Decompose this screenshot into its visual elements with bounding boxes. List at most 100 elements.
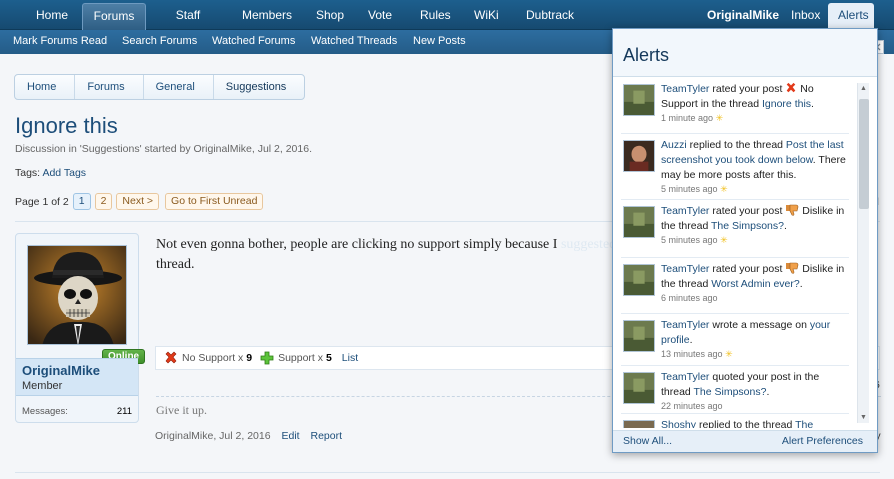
alert-avatar[interactable] — [623, 264, 655, 296]
next-page-button[interactable]: Next > — [116, 193, 160, 210]
alert-preferences-link[interactable]: Alert Preferences — [782, 435, 863, 447]
user-menu[interactable]: OriginalMike — [697, 3, 783, 30]
alert-thread-link[interactable]: The — [795, 419, 813, 428]
alert-text: TeamTyler rated your post Dislike in the… — [661, 204, 849, 247]
thread-meta: Discussion in 'Suggestions' started by O… — [15, 143, 312, 155]
alerts-scrollbar[interactable]: ▲ ▼ — [857, 83, 869, 423]
tab-dubtrack[interactable]: Dubtrack — [516, 3, 582, 30]
tab-forums[interactable]: Forums — [82, 3, 146, 30]
new-star-icon: ✳ — [725, 349, 733, 359]
new-star-icon: ✳ — [715, 113, 724, 123]
support-icon — [260, 351, 274, 365]
no-support-rating-label[interactable]: No Support x — [182, 352, 243, 364]
mark-forums-read-link[interactable]: Mark Forums Read — [13, 30, 107, 52]
breadcrumb-general[interactable]: General — [144, 75, 214, 99]
alert-thread-link[interactable]: The Simpsons? — [711, 220, 784, 232]
alert-time: 1 minute ago ✳ — [661, 113, 724, 123]
tab-vote[interactable]: Vote — [358, 3, 402, 30]
breadcrumb-forums[interactable]: Forums — [75, 75, 144, 99]
alert-user-link[interactable]: TeamTyler — [661, 263, 709, 275]
alert-user-link[interactable]: TeamTyler — [661, 83, 709, 95]
alert-time: 22 minutes ago — [661, 401, 723, 411]
alert-thread-link[interactable]: Worst Admin ever? — [711, 278, 800, 290]
alert-avatar[interactable] — [623, 320, 655, 352]
thread-tags: Tags: Add Tags — [15, 167, 86, 179]
tab-home[interactable]: Home — [26, 3, 74, 30]
avatar[interactable] — [27, 245, 127, 345]
search-forums-link[interactable]: Search Forums — [122, 30, 197, 52]
alert-text: TeamTyler quoted your post in the thread… — [661, 370, 849, 413]
alert-user-link[interactable]: TeamTyler — [661, 371, 709, 383]
divider — [15, 472, 880, 473]
no-support-icon — [165, 351, 177, 364]
top-navigation: Home Forums Staff Team Members Shop Vote… — [0, 0, 894, 47]
page-1-button[interactable]: 1 — [72, 193, 91, 210]
post-user-panel: Online OriginalMike Member Messages: 211 — [15, 233, 146, 423]
post-username[interactable]: OriginalMike — [22, 363, 100, 378]
report-link[interactable]: Report — [311, 430, 343, 442]
tab-staff-team[interactable]: Staff Team — [152, 3, 224, 47]
alert-item[interactable]: TeamTyler rated your post No Support in … — [621, 78, 849, 134]
post-author-date[interactable]: OriginalMike, Jul 2, 2016 — [155, 430, 271, 442]
alert-avatar[interactable] — [623, 420, 655, 428]
alert-item[interactable]: TeamTyler rated your post Dislike in the… — [621, 258, 849, 314]
tab-rules[interactable]: Rules — [410, 3, 456, 30]
breadcrumb-home[interactable]: Home — [15, 75, 76, 99]
alert-user-link[interactable]: TeamTyler — [661, 205, 709, 217]
alert-text: Auzzi replied to the thread Post the las… — [661, 138, 849, 196]
alert-avatar[interactable] — [623, 84, 655, 116]
alert-time: 5 minutes ago ✳ — [661, 235, 728, 245]
alert-item[interactable]: Auzzi replied to the thread Post the las… — [621, 134, 849, 200]
no-support-count: 9 — [246, 352, 253, 364]
scroll-up-icon[interactable]: ▲ — [860, 85, 867, 92]
alert-avatar[interactable] — [623, 372, 655, 404]
tab-wiki[interactable]: WiKi — [464, 3, 508, 30]
alert-avatar[interactable] — [623, 206, 655, 238]
breadcrumb: Home Forums General Suggestions — [14, 74, 306, 100]
tab-members[interactable]: Members — [232, 3, 298, 30]
alert-item[interactable]: TeamTyler wrote a message on your profil… — [621, 314, 849, 366]
alert-avatar[interactable] — [623, 140, 655, 172]
messages-count[interactable]: 211 — [117, 406, 132, 417]
alert-time: 13 minutes ago ✳ — [661, 349, 733, 359]
page-title: Ignore this — [15, 113, 118, 138]
alert-user-link[interactable]: Shoshy — [661, 419, 696, 428]
alerts-popup: Alerts TeamTyler rated your post No Supp… — [612, 28, 878, 453]
watched-threads-link[interactable]: Watched Threads — [311, 30, 397, 52]
alert-thread-link[interactable]: The Simpsons? — [694, 386, 767, 398]
watched-forums-link[interactable]: Watched Forums — [212, 30, 295, 52]
page-navigation: Page 1 of 2 1 2 Next > Go to First Unrea… — [15, 193, 264, 210]
ratings-list-link[interactable]: List — [342, 352, 358, 364]
scroll-down-icon[interactable]: ▼ — [860, 414, 867, 421]
page-2-button[interactable]: 2 — [94, 193, 113, 210]
alert-item[interactable]: Shoshy replied to the thread The — [621, 414, 849, 428]
new-star-icon: ✳ — [720, 235, 728, 245]
alert-item[interactable]: TeamTyler quoted your post in the thread… — [621, 366, 849, 414]
skull-avatar-image — [28, 246, 126, 344]
add-tags-link[interactable]: Add Tags — [42, 167, 86, 179]
inbox-tab[interactable]: Inbox — [781, 3, 825, 30]
alert-text: TeamTyler wrote a message on your profil… — [661, 318, 849, 361]
tab-shop[interactable]: Shop — [306, 3, 350, 30]
support-rating-label[interactable]: Support x — [278, 352, 323, 364]
alert-thread-link[interactable]: Ignore this — [762, 98, 811, 110]
alert-user-link[interactable]: TeamTyler — [661, 319, 709, 331]
user-stats: Messages: 211 — [22, 406, 132, 417]
breadcrumb-suggestions[interactable]: Suggestions — [214, 75, 305, 99]
alert-user-link[interactable]: Auzzi — [661, 139, 687, 151]
scrollbar-thumb[interactable] — [859, 99, 869, 209]
first-unread-button[interactable]: Go to First Unread — [165, 193, 264, 210]
alerts-list: TeamTyler rated your post No Support in … — [613, 78, 877, 428]
edit-link[interactable]: Edit — [281, 430, 299, 442]
new-posts-link[interactable]: New Posts — [413, 30, 466, 52]
support-count: 5 — [325, 352, 332, 364]
show-all-alerts-link[interactable]: Show All... — [623, 435, 672, 447]
alerts-title: Alerts — [623, 45, 670, 65]
alerts-header: Alerts — [613, 29, 877, 77]
alert-time: 5 minutes ago ✳ — [661, 184, 728, 194]
tags-label: Tags: — [15, 167, 41, 179]
alerts-tab[interactable]: Alerts — [828, 3, 874, 30]
alert-item[interactable]: TeamTyler rated your post Dislike in the… — [621, 200, 849, 258]
page-label: Page 1 of 2 — [15, 195, 69, 208]
no-support-icon — [787, 82, 796, 93]
